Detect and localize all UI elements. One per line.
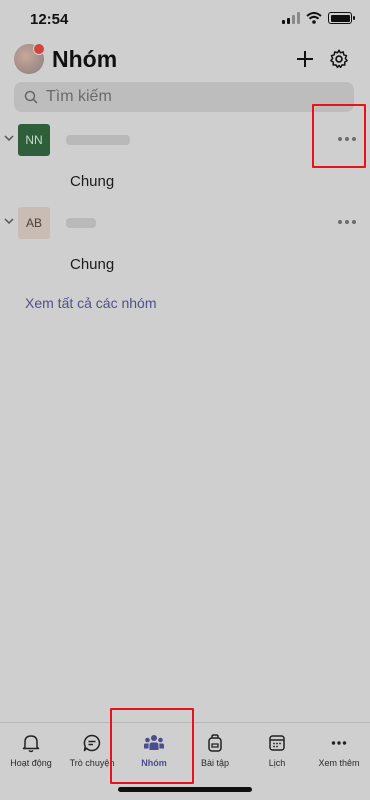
team-more-button[interactable] — [338, 220, 356, 224]
team-initials: AB — [25, 216, 42, 230]
home-indicator — [118, 787, 252, 792]
status-bar: 12:54 — [0, 0, 370, 40]
tab-label: Hoạt động — [10, 758, 52, 768]
tab-more[interactable]: Xem thêm — [309, 733, 369, 773]
add-button[interactable] — [292, 46, 318, 72]
chevron-down-icon[interactable] — [4, 217, 14, 225]
avatar[interactable] — [14, 43, 45, 74]
plus-icon — [297, 51, 313, 67]
search-input[interactable]: Tìm kiếm — [14, 82, 354, 112]
wifi-icon — [306, 12, 322, 24]
chevron-down-icon[interactable] — [4, 134, 14, 142]
battery-icon — [328, 12, 355, 24]
tab-label: Lịch — [268, 758, 286, 768]
bell-icon — [22, 735, 40, 753]
highlight-box-teams-tab — [110, 708, 194, 784]
tab-calendar[interactable]: Lịch — [247, 733, 307, 773]
settings-button[interactable] — [326, 46, 352, 72]
team-initials: NN — [25, 133, 43, 147]
tab-assignments[interactable]: Bài tập — [185, 733, 245, 773]
calendar-icon — [269, 735, 285, 751]
team-avatar: AB — [18, 207, 50, 239]
signal-icon — [282, 12, 300, 24]
status-time: 12:54 — [30, 11, 69, 28]
see-all-teams-link[interactable]: Xem tất cả các nhóm — [25, 295, 157, 311]
gear-icon — [330, 49, 348, 69]
tab-label: Xem thêm — [318, 758, 360, 768]
more-icon — [331, 741, 347, 745]
tab-activity[interactable]: Hoạt động — [1, 733, 61, 773]
highlight-box-more — [312, 104, 366, 168]
header: Nhóm — [0, 40, 370, 80]
tab-label: Bài tập — [200, 758, 230, 768]
search-placeholder: Tìm kiếm — [46, 88, 112, 105]
channel-item[interactable]: Chung — [70, 256, 114, 273]
team-avatar: NN — [18, 124, 50, 156]
tab-label: Trò chuyện — [69, 758, 115, 768]
chat-icon — [83, 734, 101, 752]
team-row[interactable]: AB — [0, 203, 370, 243]
search-icon — [24, 90, 38, 104]
backpack-icon — [208, 734, 222, 752]
channel-item[interactable]: Chung — [70, 173, 114, 190]
status-icons — [282, 12, 355, 24]
team-name-redacted — [66, 218, 96, 228]
team-name-redacted — [66, 135, 130, 145]
page-title: Nhóm — [52, 46, 118, 72]
